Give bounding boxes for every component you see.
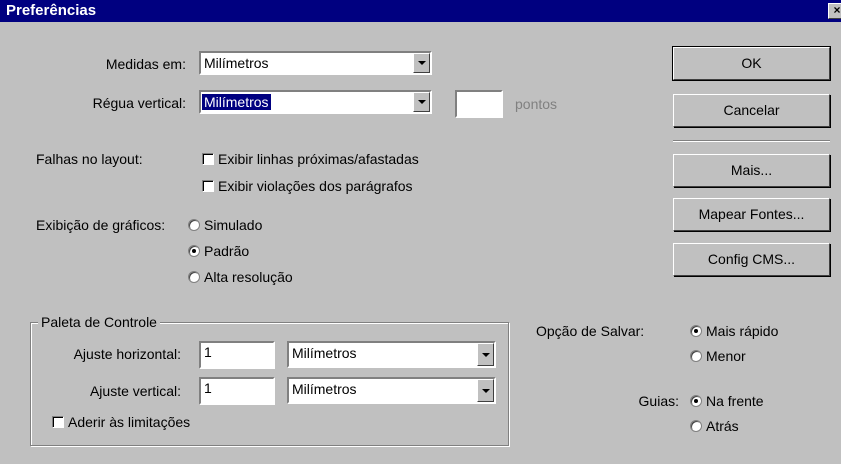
ruler-value: Milímetros [202,94,271,110]
map-fonts-button[interactable]: Mapear Fontes... [673,198,830,231]
measures-select[interactable]: Milímetros [199,51,432,75]
save-faster-label[interactable]: Mais rápido [706,322,778,340]
measures-label: Medidas em: [105,56,186,72]
ruler-select[interactable]: Milímetros [199,90,432,114]
window-title: Preferências [6,2,97,19]
show-lines-label[interactable]: Exibir linhas próximas/afastadas [218,150,419,168]
more-button[interactable]: Mais... [673,154,830,187]
guides-front-radio[interactable] [690,395,702,407]
h-unit-select[interactable]: Milímetros [287,341,496,368]
graphics-standard-radio[interactable] [188,245,200,257]
graphics-simulated-label[interactable]: Simulado [204,216,262,234]
guides-behind-label[interactable]: Atrás [706,417,739,435]
graphics-highres-radio[interactable] [188,271,200,283]
button-separator [673,140,830,142]
chevron-down-icon[interactable] [413,92,430,112]
chevron-down-icon[interactable] [413,53,430,73]
control-palette-legend: Paleta de Controle [38,313,160,331]
close-button[interactable]: × [828,3,841,19]
ok-button[interactable]: OK [672,46,831,81]
snap-label[interactable]: Aderir às limitações [68,413,190,431]
measures-value: Milímetros [204,55,269,71]
v-adjust-input[interactable]: 1 [199,377,275,405]
graphics-highres-label[interactable]: Alta resolução [204,268,293,286]
v-adjust-value: 1 [204,380,212,396]
title-bar [0,0,841,22]
v-adjust-label: Ajuste vertical: [89,383,181,399]
guides-behind-radio[interactable] [690,420,702,432]
h-adjust-input[interactable]: 1 [199,341,275,369]
chevron-down-icon[interactable] [477,379,494,402]
graphics-label: Exibição de gráficos: [36,217,166,233]
save-faster-radio[interactable] [690,325,702,337]
h-unit-value: Milímetros [292,345,357,361]
show-violations-label[interactable]: Exibir violações dos parágrafos [218,177,413,195]
h-adjust-value: 1 [204,344,212,360]
h-adjust-label: Ajuste horizontal: [73,346,181,362]
ruler-label: Régua vertical: [92,95,186,111]
chevron-down-icon[interactable] [477,343,494,366]
guides-front-label[interactable]: Na frente [706,392,764,410]
v-unit-select[interactable]: Milímetros [287,377,496,404]
graphics-simulated-radio[interactable] [188,219,200,231]
cancel-button[interactable]: Cancelar [673,94,830,127]
layout-flaws-label: Falhas no layout: [36,151,143,167]
points-input[interactable] [455,90,503,118]
guides-label: Guias: [638,393,679,409]
v-unit-value: Milímetros [292,381,357,397]
show-lines-checkbox[interactable] [202,153,214,165]
save-smaller-label[interactable]: Menor [706,347,746,365]
save-option-label: Opção de Salvar: [536,323,645,339]
show-violations-checkbox[interactable] [202,180,214,192]
save-smaller-radio[interactable] [690,350,702,362]
cms-config-button[interactable]: Config CMS... [673,243,830,276]
graphics-standard-label[interactable]: Padrão [204,242,249,260]
snap-checkbox[interactable] [52,416,64,428]
points-label: pontos [515,96,558,112]
